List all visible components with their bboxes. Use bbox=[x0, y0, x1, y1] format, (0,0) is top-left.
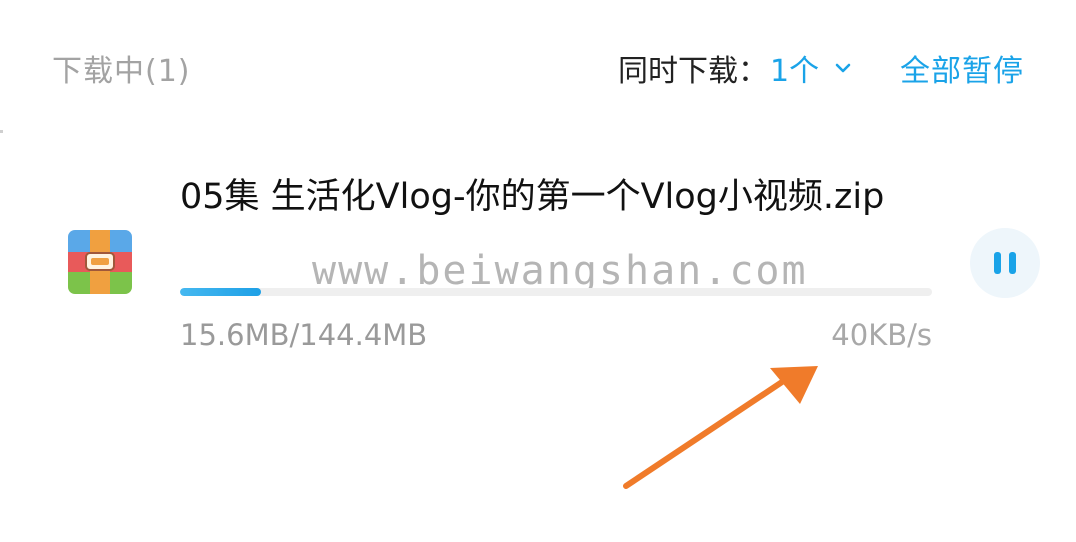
pause-icon bbox=[994, 252, 1001, 274]
pause-all-button[interactable]: 全部暂停 bbox=[900, 46, 1024, 90]
concurrent-downloads-selector[interactable]: 同时下载： 1个 bbox=[618, 46, 853, 90]
pause-icon-bar bbox=[1009, 252, 1016, 274]
concurrent-label: 同时下载： bbox=[618, 54, 768, 89]
download-progress-fill bbox=[180, 288, 262, 296]
concurrent-value: 1个 bbox=[770, 54, 820, 89]
chevron-down-icon bbox=[835, 63, 851, 73]
download-file-name: 05集 生活化Vlog-你的第一个Vlog小视频.zip bbox=[180, 177, 885, 217]
download-speed-text: 40KB/s bbox=[831, 318, 932, 352]
downloading-title: 下载中(1) bbox=[52, 54, 191, 89]
zip-archive-icon bbox=[68, 230, 132, 294]
pause-download-button[interactable] bbox=[970, 228, 1040, 298]
download-size-text: 15.6MB/144.4MB bbox=[180, 318, 428, 352]
download-progress-bar bbox=[180, 288, 932, 296]
divider-mark bbox=[0, 130, 3, 133]
